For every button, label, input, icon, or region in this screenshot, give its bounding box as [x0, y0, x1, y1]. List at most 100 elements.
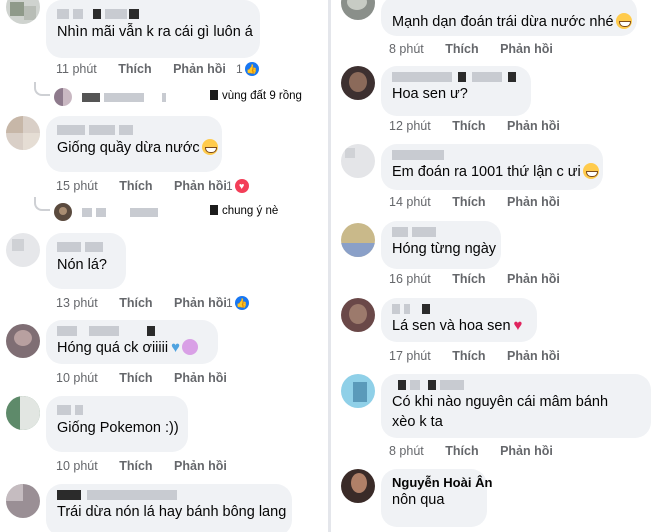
comment-bubble: Hoa sen ư? [381, 66, 531, 116]
comment-text: Trái dừa nón lá hay bánh bông lang [57, 504, 287, 520]
comment-actions: 17 phút Thích Phản hồi [389, 349, 578, 363]
comment-actions: 11 phút Thích Phản hồi [56, 62, 244, 76]
avatar[interactable] [6, 324, 40, 358]
like-button[interactable]: Thích [118, 62, 151, 76]
comment-actions: 16 phút Thích Phản hồi [389, 272, 578, 286]
commenter-name-redacted [57, 122, 211, 138]
comment-time: 8 phút [389, 444, 424, 458]
avatar[interactable] [6, 233, 40, 267]
reply-connector [34, 197, 50, 211]
commenter-name[interactable]: Nguyễn Hoài Ân [392, 475, 492, 490]
comment-actions: 10 phút Thích Phản hồi [56, 371, 245, 385]
person-emoji-icon [181, 339, 198, 355]
comment-bubble: Hóng quá ck ơiiiii ♥ [46, 320, 218, 364]
reply-button[interactable]: Phản hồi [507, 195, 560, 209]
heart-icon: ♥ [234, 179, 249, 193]
comment-bubble: Hóng từng ngày [381, 221, 501, 269]
reply-button[interactable]: Phản hồi [174, 459, 227, 473]
grinning-emoji-icon [201, 139, 218, 155]
avatar [54, 88, 72, 106]
reaction-count[interactable]: 1 👍 [236, 62, 259, 76]
like-button[interactable]: Thích [119, 459, 152, 473]
comment-text: Nhìn mãi vẫn k ra cái gì luôn á [57, 24, 253, 40]
reply-preview[interactable]: vùng đất 9 rồng [34, 82, 324, 108]
reply-button[interactable]: Phản hồi [173, 62, 226, 76]
reaction-count[interactable]: 1 ♥ [226, 179, 249, 193]
commenter-name-redacted [392, 227, 490, 239]
commenter-name-redacted [392, 380, 640, 392]
comment-time: 11 phút [56, 62, 97, 76]
comment-bubble: Nón lá? [46, 233, 126, 289]
commenter-name-redacted [392, 72, 520, 84]
comment-actions: 8 phút Thích Phản hồi [389, 444, 571, 458]
comment-text: Em đoán ra 1001 thứ lận c ưi [392, 162, 599, 182]
avatar[interactable] [341, 144, 375, 178]
like-button[interactable]: Thích [452, 272, 485, 286]
grinning-emoji-icon [615, 13, 632, 29]
reaction-count[interactable]: 1 👍 [226, 296, 249, 310]
reply-button[interactable]: Phản hồi [500, 444, 553, 458]
comment-bubble: Có khi nào nguyên cái mâm bánh xèo k ta [381, 374, 651, 438]
avatar[interactable] [6, 396, 40, 430]
comment-time: 8 phút [389, 42, 424, 56]
comment-bubble: Nguyễn Hoài Ân nôn qua [381, 469, 492, 527]
avatar[interactable] [341, 469, 375, 503]
comment-time: 13 phút [56, 296, 98, 310]
comment-text: Giống quầy dừa nước [57, 138, 218, 158]
comment-column-right: Mạnh dạn đoán trái dừa nước nhé 8 phút T… [331, 0, 660, 532]
comment-time: 10 phút [56, 371, 98, 385]
like-button[interactable]: Thích [119, 296, 152, 310]
comment-time: 17 phút [389, 349, 431, 363]
comment-text: Hóng quá ck ơiiiii ♥ [57, 338, 207, 358]
comment-bubble: Em đoán ra 1001 thứ lận c ưi [381, 144, 603, 190]
comment-text: Nón lá? [57, 257, 107, 273]
avatar[interactable] [6, 0, 40, 24]
comment-bubble: Giống Pokemon :)) [46, 396, 188, 452]
like-button[interactable]: Thích [445, 42, 478, 56]
reply-button[interactable]: Phản hồi [507, 272, 560, 286]
comment-actions: 10 phút Thích Phản hồi [56, 459, 245, 473]
comment-text: Hoa sen ư? [392, 86, 468, 102]
avatar[interactable] [341, 0, 375, 20]
commenter-name-redacted [57, 239, 115, 255]
reply-preview[interactable]: chung ý nè [34, 197, 324, 223]
comment-time: 10 phút [56, 459, 98, 473]
comment-time: 16 phút [389, 272, 431, 286]
like-button[interactable]: Thích [452, 119, 485, 133]
reply-button[interactable]: Phản hồi [174, 296, 227, 310]
commenter-name-redacted [392, 304, 526, 316]
like-button[interactable]: Thích [119, 179, 152, 193]
like-button[interactable]: Thích [445, 444, 478, 458]
reply-text: vùng đất 9 rồng [222, 90, 302, 102]
comment-actions: 14 phút Thích Phản hồi [389, 195, 578, 209]
like-button[interactable]: Thích [119, 371, 152, 385]
comment-actions: 8 phút Thích Phản hồi [389, 42, 571, 56]
comment-text: Mạnh dạn đoán trái dừa nước nhé [392, 12, 632, 32]
reply-text: chung ý nè [222, 205, 279, 217]
like-button[interactable]: Thích [452, 195, 485, 209]
comment-text: Giống Pokemon :)) [57, 420, 179, 436]
comment-bubble: Trái dừa nón lá hay bánh bông lang [46, 484, 292, 532]
avatar[interactable] [341, 223, 375, 257]
comment-text: nôn qua [392, 492, 445, 508]
comment-text: Có khi nào nguyên cái mâm bánh xèo k ta [392, 394, 609, 430]
comment-bubble: Lá sen và hoa sen ♥ [381, 298, 537, 342]
comment-column-left: Nhìn mãi vẫn k ra cái gì luôn á 11 phút … [0, 0, 328, 532]
reply-button[interactable]: Phản hồi [507, 349, 560, 363]
avatar[interactable] [6, 484, 40, 518]
like-icon: 👍 [244, 62, 259, 76]
avatar[interactable] [341, 298, 375, 332]
avatar[interactable] [6, 116, 40, 150]
commenter-name-redacted [57, 402, 177, 418]
reply-button[interactable]: Phản hồi [500, 42, 553, 56]
reply-button[interactable]: Phản hồi [174, 179, 227, 193]
comment-text: Hóng từng ngày [392, 241, 497, 257]
red-heart-icon: ♥ [513, 317, 523, 334]
avatar[interactable] [341, 374, 375, 408]
reply-button[interactable]: Phản hồi [507, 119, 560, 133]
grinning-emoji-icon [582, 163, 599, 179]
comment-time: 14 phút [389, 195, 431, 209]
avatar[interactable] [341, 66, 375, 100]
like-button[interactable]: Thích [452, 349, 485, 363]
reply-button[interactable]: Phản hồi [174, 371, 227, 385]
